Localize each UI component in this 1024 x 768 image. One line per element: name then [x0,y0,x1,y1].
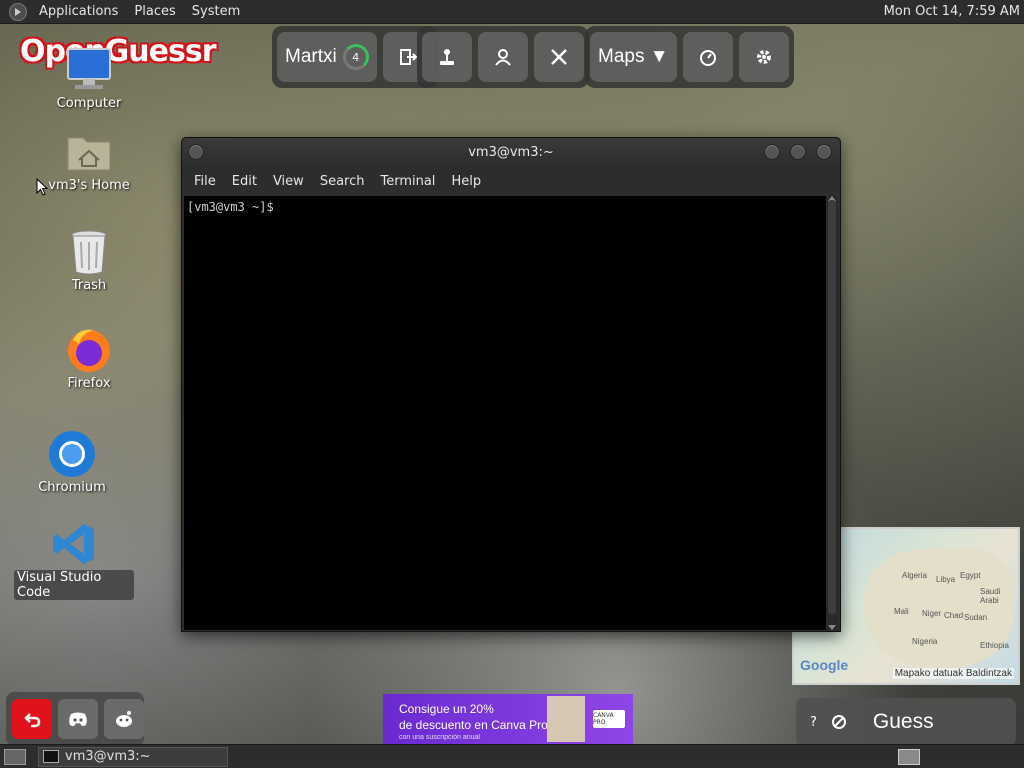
desktop-icon-label: Trash [71,278,107,293]
ad-line2: de descuento en Canva Pro [399,718,548,732]
terminal-menu-edit[interactable]: Edit [224,174,265,189]
terminal-scrollbar[interactable] [826,196,838,630]
discord-button[interactable] [58,699,98,739]
settings-button[interactable] [738,32,789,82]
maps-label: Maps ▼ [598,46,669,67]
close-button[interactable] [816,144,832,160]
settings-toolbar: Maps ▼ [585,26,794,88]
desktop-icon-label: Chromium [38,480,106,495]
terminal-menubar: File Edit View Search Terminal Help [182,166,840,196]
clock[interactable]: Mon Oct 14, 7:59 AM [884,4,1024,19]
map-label: Algeria [902,571,927,580]
logout-icon [399,49,417,65]
desktop-icon-vscode[interactable]: Visual Studio Code [14,520,134,600]
player-toolbar: Martxi 4 [272,26,438,88]
map-label: Sudan [964,613,988,622]
maps-dropdown[interactable]: Maps ▼ [590,32,677,82]
scroll-thumb[interactable] [828,200,836,614]
player-name: Martxi [285,46,337,67]
guess-button[interactable]: Guess [873,710,934,734]
terminal-menu-search[interactable]: Search [312,174,373,189]
terminal-menu-terminal[interactable]: Terminal [372,174,443,189]
desktop-icon-label: Visual Studio Code [14,570,134,600]
vscode-icon [50,520,98,568]
left-tools [6,692,144,746]
battle-button[interactable] [534,32,584,82]
map-label: Libya [936,575,956,584]
map-label: Egypt [960,571,981,580]
terminal-output[interactable]: [vm3@vm3 ~]$ [184,196,826,630]
terminal-title: vm3@vm3:~ [468,144,554,160]
singleplayer-button[interactable] [422,32,472,82]
menu-applications[interactable]: Applications [31,0,126,24]
workspace-switcher[interactable] [898,748,920,765]
reddit-icon [116,711,132,727]
undo-icon [24,713,41,728]
terminal-icon [43,750,59,763]
level-ring-icon: 4 [342,44,369,70]
return-button[interactable] [12,699,52,739]
desktop-icon-trash[interactable]: Trash [29,228,149,293]
minimize-button[interactable] [764,144,780,160]
show-desktop-icon[interactable] [4,748,26,765]
swords-icon [551,49,567,65]
player-level: 4 [352,50,360,64]
ad-banner[interactable]: Consigue un 20% de descuento en Canva Pr… [383,694,633,744]
desktop-icon-label: Computer [56,96,122,111]
desktop-icon-label: vm3's Home [48,178,130,193]
gear-icon [756,50,771,64]
timer-button[interactable] [682,32,733,82]
desktop-icon-firefox[interactable]: Firefox [29,326,149,391]
computer-icon [65,46,113,94]
map-footer[interactable]: Mapako datuak Baldintzak [892,668,1014,679]
map-label: Ethiopia [980,641,1009,650]
joystick-icon [440,49,454,65]
users-icon [495,49,511,66]
map-label: Niger [922,609,942,618]
help-button[interactable]: ? [810,715,817,730]
ad-line3: con una suscripción anual [399,734,480,741]
map-label: Nigeria [912,637,938,646]
discord-icon [69,712,87,726]
desktop-icon-computer[interactable]: Computer [29,46,149,111]
ad-line1: Consigue un 20% [399,702,494,716]
taskbar-terminal-item[interactable]: vm3@vm3:~ [38,746,228,767]
trash-icon [65,228,113,276]
google-logo: Google [800,657,849,673]
terminal-menu-file[interactable]: File [186,174,224,189]
window-menu-button[interactable] [188,144,204,160]
timer-icon [699,50,716,66]
desktop-icon-chromium[interactable]: Chromium [12,430,132,495]
scroll-down-icon[interactable] [828,625,836,630]
applications-logo-icon[interactable] [9,2,27,21]
multiplayer-button[interactable] [478,32,528,82]
bottom-taskbar: vm3@vm3:~ [0,744,1024,768]
top-panel: Applications Places System Mon Oct 14, 7… [0,0,1024,24]
ad-brand: CANVA PRO [593,710,625,728]
terminal-window[interactable]: vm3@vm3:~ File Edit View Search Terminal… [181,137,841,632]
map-label: Chad [944,611,964,620]
desktop-icon-label: Firefox [67,376,111,391]
taskbar-item-label: vm3@vm3:~ [65,749,151,764]
mouse-pointer-icon [36,178,48,196]
ad-image [547,696,585,742]
terminal-titlebar[interactable]: vm3@vm3:~ [182,138,840,166]
map-label: Mali [894,607,909,616]
terminal-prompt: [vm3@vm3 ~]$ [187,200,274,214]
chromium-icon [48,430,96,478]
terminal-menu-view[interactable]: View [265,174,312,189]
home-folder-icon [65,128,113,176]
reddit-button[interactable] [104,699,144,739]
terminal-menu-help[interactable]: Help [443,174,489,189]
player-profile-button[interactable]: Martxi 4 [277,32,377,82]
maximize-button[interactable] [790,144,806,160]
no-move-icon[interactable] [831,714,847,730]
mode-toolbar [417,26,589,88]
guess-panel: ? Guess [796,698,1016,746]
menu-system[interactable]: System [184,0,248,24]
map-label: Saudi Arabi [980,587,1001,605]
top-menu: Applications Places System [31,0,248,24]
firefox-icon [65,326,113,374]
menu-places[interactable]: Places [126,0,183,24]
